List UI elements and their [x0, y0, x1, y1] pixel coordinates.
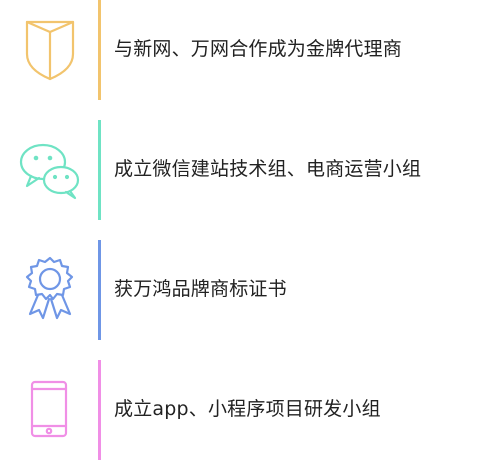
- timeline-item-partnership: 与新网、万网合作成为金牌代理商: [0, 0, 490, 100]
- timeline-item-label: 与新网、万网合作成为金牌代理商: [114, 38, 403, 60]
- timeline-divider: [98, 0, 101, 100]
- timeline-divider: [98, 240, 101, 340]
- timeline-item-app-team: 成立app、小程序项目研发小组: [0, 360, 490, 460]
- tablet-icon: [18, 374, 82, 442]
- timeline-item-label: 获万鸿品牌商标证书: [114, 278, 287, 300]
- timeline-item-wechat-team: 成立微信建站技术组、电商运营小组: [0, 120, 490, 220]
- timeline-item-label: 成立app、小程序项目研发小组: [114, 398, 381, 420]
- award-ribbon-icon: [18, 254, 82, 322]
- timeline-item-trademark: 获万鸿品牌商标证书: [0, 240, 490, 340]
- wechat-icon: [18, 134, 82, 202]
- timeline-divider: [98, 360, 101, 460]
- milestone-timeline: 与新网、万网合作成为金牌代理商 成立微信建站技术组、电商运营小组 获万鸿品牌商标…: [0, 0, 490, 460]
- shield-icon: [18, 14, 82, 82]
- timeline-divider: [98, 120, 101, 220]
- timeline-item-label: 成立微信建站技术组、电商运营小组: [114, 158, 422, 180]
